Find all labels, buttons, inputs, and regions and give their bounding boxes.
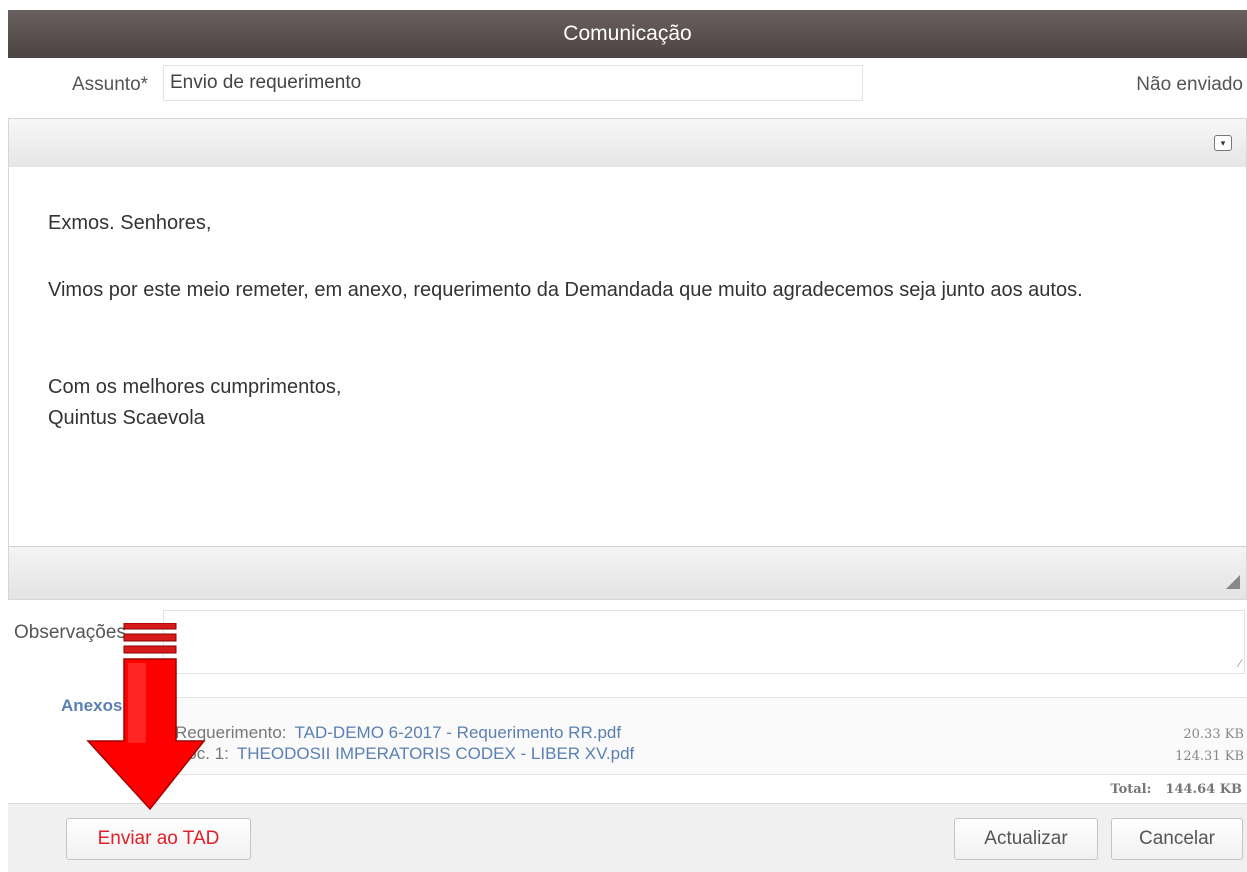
total-label: Total: (1110, 782, 1152, 797)
subject-input[interactable]: Envio de requerimento (163, 65, 863, 101)
attachments-total: Total: 144.64 KB (1110, 782, 1242, 797)
status-text: Não enviado (1136, 74, 1243, 95)
editor-body[interactable]: Exmos. Senhores, Vimos por este meio rem… (9, 167, 1246, 549)
observations-textarea[interactable]: ⁄ (163, 610, 1245, 674)
attachment-size: 20.33 KB (1183, 727, 1244, 742)
textarea-resize-icon[interactable]: ⁄ (1239, 658, 1241, 670)
cancel-button[interactable]: Cancelar (1111, 818, 1243, 860)
attachment-file-link[interactable]: TAD-DEMO 6-2017 - Requerimento RR.pdf (295, 723, 622, 742)
subject-label: Assunto* (72, 74, 149, 95)
attachment-row: Doc. 1: THEODOSII IMPERATORIS CODEX - LIB… (175, 744, 634, 764)
attachment-size: 124.31 KB (1175, 749, 1244, 764)
attachment-row: Requerimento: TAD-DEMO 6-2017 - Requerime… (175, 723, 621, 743)
chevron-down-icon[interactable]: ▾ (1214, 135, 1232, 151)
message-closing: Com os melhores cumprimentos, (48, 376, 342, 398)
total-value: 144.64 KB (1165, 782, 1242, 797)
message-signature: Quintus Scaevola (48, 407, 205, 429)
editor-toolbar: ▾ (9, 119, 1246, 168)
attachment-file-link[interactable]: THEODOSII IMPERATORIS CODEX - LIBER XV.p… (237, 744, 634, 763)
message-greeting: Exmos. Senhores, (48, 212, 212, 234)
attachments-list: Requerimento: TAD-DEMO 6-2017 - Requerime… (163, 697, 1247, 775)
resize-grip-icon[interactable] (1226, 575, 1240, 589)
editor-statusbar (9, 546, 1246, 599)
annotation-arrow-down-icon (86, 623, 206, 811)
dialog-title: Comunicação (8, 10, 1247, 58)
message-editor[interactable]: ▾ Exmos. Senhores, Vimos por este meio r… (8, 118, 1247, 600)
update-button[interactable]: Actualizar (954, 818, 1098, 860)
message-body: Vimos por este meio remeter, em anexo, r… (48, 279, 1083, 301)
send-to-tad-button[interactable]: Enviar ao TAD (66, 818, 251, 860)
dialog-footer: Enviar ao TAD Actualizar Cancelar (8, 803, 1247, 872)
